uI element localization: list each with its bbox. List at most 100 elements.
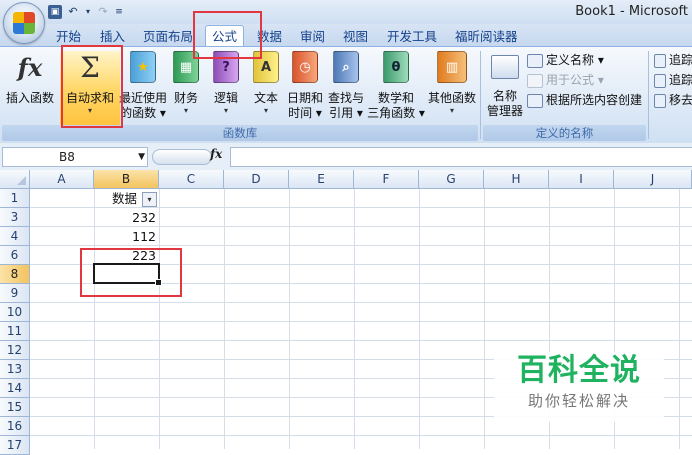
name-box[interactable]: B8 ▼ — [2, 147, 148, 167]
logical-label: 逻辑 — [213, 91, 238, 105]
row-header-15[interactable]: 15 — [0, 398, 30, 417]
formula-input[interactable] — [230, 147, 692, 167]
row-header-9[interactable]: 9 — [0, 284, 30, 303]
cell-b4[interactable]: 112 — [94, 227, 159, 246]
trace-precedents-button[interactable]: 追踪 — [654, 51, 692, 70]
lookup-reference-label-1: 查找与 — [327, 91, 364, 105]
trace-precedents-icon — [654, 53, 666, 68]
clock-book-icon: ◷ — [292, 51, 318, 83]
tab-view[interactable]: 视图 — [343, 27, 368, 46]
column-header-f[interactable]: F — [354, 170, 419, 189]
more-functions-button[interactable]: ▥ 其他函数 ▾ — [426, 51, 478, 123]
create-from-selection-button[interactable]: 根据所选内容创建 — [527, 91, 642, 110]
column-header-j[interactable]: J — [614, 170, 692, 189]
date-time-label-2: 时间 ▾ — [288, 106, 322, 120]
insert-function-button[interactable]: fx 插入函数 — [4, 51, 56, 123]
tab-page-layout[interactable]: 页面布局 — [143, 27, 193, 46]
row-header-13[interactable]: 13 — [0, 360, 30, 379]
trace-precedents-label: 追踪 — [669, 53, 692, 67]
logical-dropdown-icon: ▾ — [223, 106, 228, 115]
tab-developer[interactable]: 开发工具 — [387, 27, 437, 46]
row-header-6[interactable]: 6 — [0, 246, 30, 265]
filter-dropdown-icon[interactable]: ▾ — [142, 192, 157, 207]
column-header-g[interactable]: G — [419, 170, 484, 189]
watermark-title: 百科全说 — [517, 353, 641, 388]
date-time-label-1: 日期和 — [286, 91, 323, 105]
text-dropdown-icon: ▾ — [263, 106, 268, 115]
remove-arrows-button[interactable]: 移去 — [654, 91, 692, 110]
column-header-d[interactable]: D — [224, 170, 289, 189]
math-trig-label-1: 数学和 — [377, 91, 414, 105]
text-button[interactable]: A 文本 ▾ — [250, 51, 282, 123]
group-separator — [480, 51, 481, 139]
formula-bar: B8 ▼ fx — [0, 143, 692, 171]
recently-used-label-2: 的函数 ▾ — [120, 106, 166, 120]
lookup-reference-button[interactable]: ⌕ 查找与 引用 ▾ — [326, 51, 366, 123]
trace-dependents-icon — [654, 73, 666, 88]
watermark: 百科全说 助你轻松解决 — [494, 352, 664, 422]
column-header-e[interactable]: E — [289, 170, 354, 189]
title-bar: ▣ ↶ ▾ ↷ ≡ Book1 - Microsoft — [0, 0, 692, 24]
magnifier-book-icon: ⌕ — [333, 51, 359, 83]
star-book-icon: ★ — [130, 51, 156, 83]
formula-bar-splitter[interactable] — [152, 149, 212, 165]
name-box-value: B8 — [59, 150, 75, 164]
define-name-label: 定义名称 ▾ — [546, 53, 604, 67]
use-in-formula-button[interactable]: 用于公式 ▾ — [527, 71, 604, 90]
office-button[interactable] — [3, 2, 45, 44]
redo-icon[interactable]: ↷ — [94, 3, 112, 20]
column-header-h[interactable]: H — [484, 170, 549, 189]
office-logo-icon — [13, 12, 35, 34]
name-manager-label-2: 管理器 — [486, 104, 523, 118]
cell-b3[interactable]: 232 — [94, 208, 159, 227]
ribbon-tabs: 开始 插入 页面布局 公式 数据 审阅 视图 开发工具 福昕阅读器 — [0, 24, 692, 47]
name-manager-label-1: 名称 — [492, 89, 517, 103]
row-header-3[interactable]: 3 — [0, 208, 30, 227]
tab-foxit-reader[interactable]: 福昕阅读器 — [455, 27, 518, 46]
column-header-a[interactable]: A — [30, 170, 94, 189]
row-header-14[interactable]: 14 — [0, 379, 30, 398]
customize-qat-icon[interactable]: ≡ — [114, 3, 124, 20]
name-manager-button[interactable]: 名称 管理器 — [483, 51, 527, 123]
financial-button[interactable]: ▦ 财务 ▾ — [170, 51, 202, 123]
column-header-b[interactable]: B — [94, 170, 159, 189]
logical-button[interactable]: ? 逻辑 ▾ — [210, 51, 242, 123]
trace-dependents-button[interactable]: 追踪 — [654, 71, 692, 90]
undo-icon[interactable]: ↶ — [64, 3, 82, 20]
define-name-button[interactable]: 定义名称 ▾ — [527, 51, 604, 70]
tab-insert[interactable]: 插入 — [100, 27, 125, 46]
text-label: 文本 — [253, 91, 278, 105]
name-manager-icon — [490, 51, 520, 83]
row-header-10[interactable]: 10 — [0, 303, 30, 322]
formulas-tab-highlight — [193, 11, 262, 59]
select-all-button[interactable] — [0, 170, 30, 189]
recently-used-button[interactable]: ★ 最近使用 的函数 ▾ — [118, 51, 168, 123]
cell-b1[interactable]: 数据 — [112, 189, 146, 208]
row-header-1[interactable]: 1 — [0, 189, 30, 208]
row-header-17[interactable]: 17 — [0, 436, 30, 455]
save-icon[interactable]: ▣ — [48, 4, 62, 19]
group-separator-2 — [648, 51, 649, 139]
quick-access-toolbar: ▣ ↶ ▾ ↷ ≡ — [48, 3, 124, 20]
undo-dropdown-icon[interactable]: ▾ — [84, 3, 92, 20]
row-header-12[interactable]: 12 — [0, 341, 30, 360]
autosum-highlight — [61, 45, 123, 128]
insert-function-label: 插入函数 — [5, 91, 54, 105]
tab-home[interactable]: 开始 — [56, 27, 81, 46]
row-header-16[interactable]: 16 — [0, 417, 30, 436]
trace-dependents-label: 追踪 — [669, 73, 692, 87]
more-functions-dropdown-icon: ▾ — [449, 106, 454, 115]
financial-label: 财务 — [173, 91, 198, 105]
math-trig-button[interactable]: θ 数学和 三角函数 ▾ — [366, 51, 426, 123]
fx-icon[interactable]: fx — [210, 147, 222, 161]
column-header-i[interactable]: I — [549, 170, 614, 189]
name-box-dropdown-icon[interactable]: ▼ — [138, 148, 145, 166]
row-header-8[interactable]: 8 — [0, 265, 30, 284]
define-name-icon — [527, 53, 543, 68]
column-header-c[interactable]: C — [159, 170, 224, 189]
use-in-formula-icon — [527, 73, 543, 88]
tab-review[interactable]: 审阅 — [300, 27, 325, 46]
date-time-button[interactable]: ◷ 日期和 时间 ▾ — [286, 51, 324, 123]
row-header-11[interactable]: 11 — [0, 322, 30, 341]
row-header-4[interactable]: 4 — [0, 227, 30, 246]
